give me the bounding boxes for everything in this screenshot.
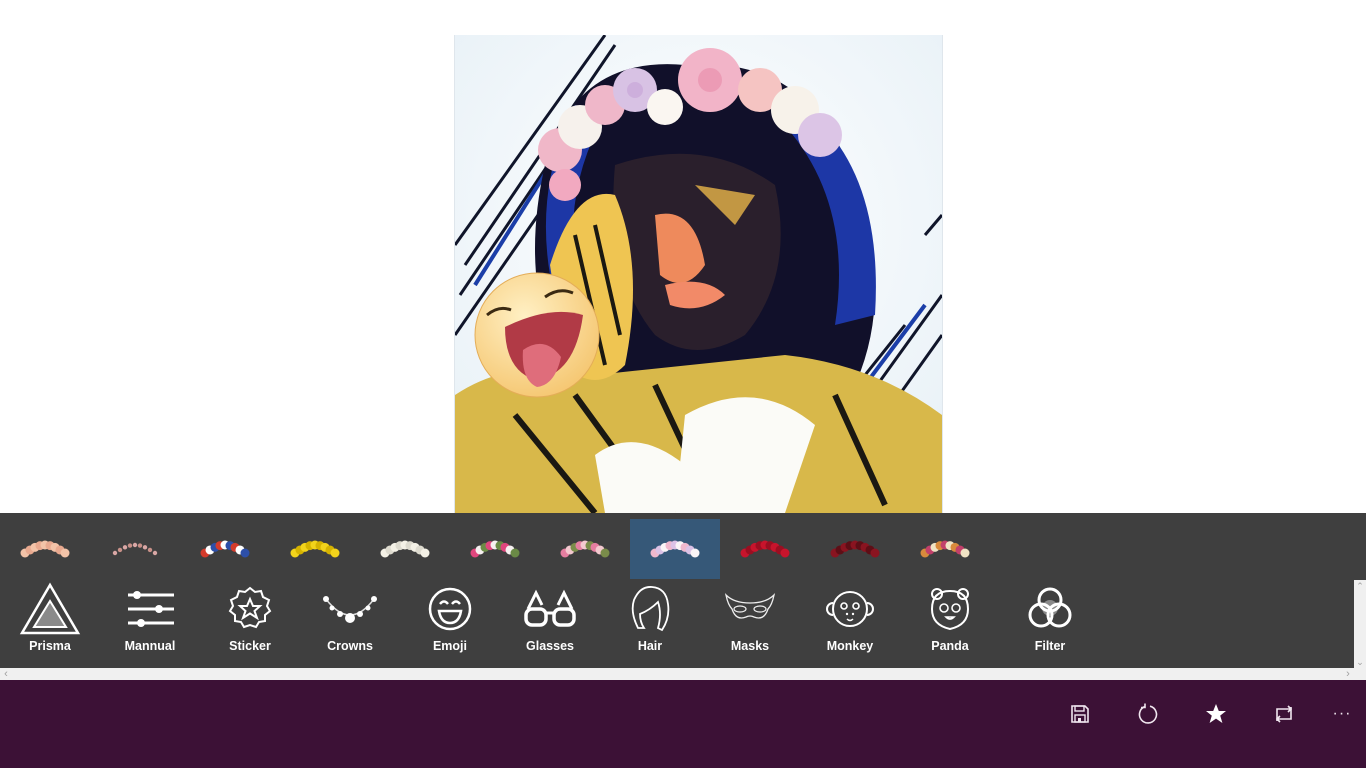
scroll-down-arrow[interactable]: ⌄ (1354, 656, 1366, 668)
star-badge-icon (218, 580, 282, 638)
crown-flower (112, 550, 118, 556)
tool-label: Glasses (526, 639, 574, 653)
crown-preview (200, 540, 250, 558)
crown-thumbnail-crown-white-flowers[interactable] (360, 519, 450, 579)
vertical-scrollbar[interactable]: ⌃ ⌄ (1354, 580, 1366, 668)
tool-label: Sticker (229, 639, 271, 653)
tool-label: Masks (730, 639, 770, 653)
tool-hair[interactable]: Hair (600, 580, 700, 660)
prisma-triangle-icon (18, 580, 82, 638)
crown-flower (690, 548, 700, 558)
hair-icon (618, 580, 682, 638)
crown-preview (740, 540, 790, 558)
tool-label: Monkey (826, 639, 874, 653)
tool-emoji[interactable]: Emoji (400, 580, 500, 660)
crown-thumbnail-strip (0, 513, 1366, 580)
crown-thumbnail-crown-yellow-flowers[interactable] (270, 519, 360, 579)
app-command-bar: ··· (0, 680, 1366, 768)
glasses-icon (518, 580, 582, 638)
crown-flower (142, 545, 148, 550)
crown-flower (780, 548, 790, 558)
crown-preview (290, 540, 340, 558)
crown-flower (127, 543, 133, 548)
crown-flower (60, 548, 70, 558)
scroll-left-arrow[interactable]: ‹ (0, 668, 12, 680)
save-icon (1071, 705, 1089, 723)
tool-label: Hair (637, 639, 663, 653)
rate-button[interactable] (1192, 690, 1240, 738)
crown-flower (600, 548, 610, 558)
tool-masks[interactable]: Masks (700, 580, 800, 660)
sliders-icon (118, 580, 182, 638)
tool-filter[interactable]: Filter (1000, 580, 1100, 660)
crown-flower (510, 548, 520, 558)
save-button[interactable] (1056, 690, 1104, 738)
crown-preview (560, 540, 610, 558)
tool-bar: Prisma Mannual Sticker Crowns Emoji Glas… (0, 580, 1354, 668)
crown-flower (152, 550, 158, 556)
tool-panda[interactable]: Panda (900, 580, 1000, 660)
crown-thumbnail-crown-pink-rose-garland[interactable] (540, 519, 630, 579)
photo-artwork (455, 35, 942, 513)
crown-flower (420, 548, 430, 558)
crown-preview (20, 540, 70, 558)
crown-flower (117, 547, 123, 553)
crown-flower (122, 545, 128, 550)
tool-label: Emoji (432, 639, 468, 653)
tool-monkey[interactable]: Monkey (800, 580, 900, 660)
crown-preview (380, 540, 430, 558)
smiley-icon (418, 580, 482, 638)
share-button[interactable] (1260, 690, 1308, 738)
crown-flower (132, 542, 138, 548)
crown-flower (870, 548, 880, 558)
crown-thumbnail-crown-small-pink-buds[interactable] (90, 519, 180, 579)
star-icon (1206, 704, 1226, 723)
scroll-up-arrow[interactable]: ⌃ (1354, 580, 1366, 592)
tool-label: Prisma (29, 639, 71, 653)
scroll-right-arrow[interactable]: › (1342, 668, 1354, 680)
crown-flower (960, 548, 970, 558)
repeat-icon (1275, 705, 1293, 723)
more-button[interactable]: ··· (1318, 690, 1366, 738)
mask-icon (718, 580, 782, 638)
crown-thumbnail-crown-mixed-autumn[interactable] (900, 519, 990, 579)
tool-sticker[interactable]: Sticker (200, 580, 300, 660)
crown-preview (920, 540, 970, 558)
tool-label: Filter (1034, 639, 1066, 653)
crown-preview (830, 540, 880, 558)
monkey-face-icon (818, 580, 882, 638)
crown-preview (650, 540, 700, 558)
crown-thumbnail-crown-pink-leafy-side[interactable] (450, 519, 540, 579)
crown-thumbnail-crown-pastel-pink-roses[interactable] (630, 519, 720, 579)
tool-manual[interactable]: Mannual (100, 580, 200, 660)
crown-flower (137, 543, 143, 548)
crown-thumbnail-crown-dark-red-roses[interactable] (810, 519, 900, 579)
flower-garland-icon (318, 580, 382, 638)
crown-flower (330, 548, 340, 558)
panda-face-icon (918, 580, 982, 638)
crown-thumbnail-crown-red-white-blue-daisies[interactable] (180, 519, 270, 579)
crown-thumbnail-crown-red-roses[interactable] (720, 519, 810, 579)
crown-flower (240, 548, 250, 558)
more-icon: ··· (1332, 705, 1352, 722)
tool-glasses[interactable]: Glasses (500, 580, 600, 660)
reset-button[interactable] (1124, 690, 1172, 738)
canvas-area (0, 0, 1366, 513)
tool-label: Mannual (124, 639, 176, 653)
crown-flower (147, 547, 153, 553)
edited-photo[interactable] (454, 35, 943, 513)
tool-crowns[interactable]: Crowns (300, 580, 400, 660)
laughing-emoji-sticker (474, 272, 600, 398)
crown-thumbnail-crown-peach-roses[interactable] (0, 519, 90, 579)
refresh-icon (1138, 703, 1158, 724)
horizontal-scrollbar[interactable]: ‹ › (0, 668, 1366, 680)
tool-prisma[interactable]: Prisma (0, 580, 100, 660)
crown-preview (112, 542, 158, 556)
color-circles-icon (1018, 580, 1082, 638)
tool-label: Panda (931, 639, 969, 653)
crown-preview (470, 540, 520, 558)
tool-label: Crowns (327, 639, 373, 653)
